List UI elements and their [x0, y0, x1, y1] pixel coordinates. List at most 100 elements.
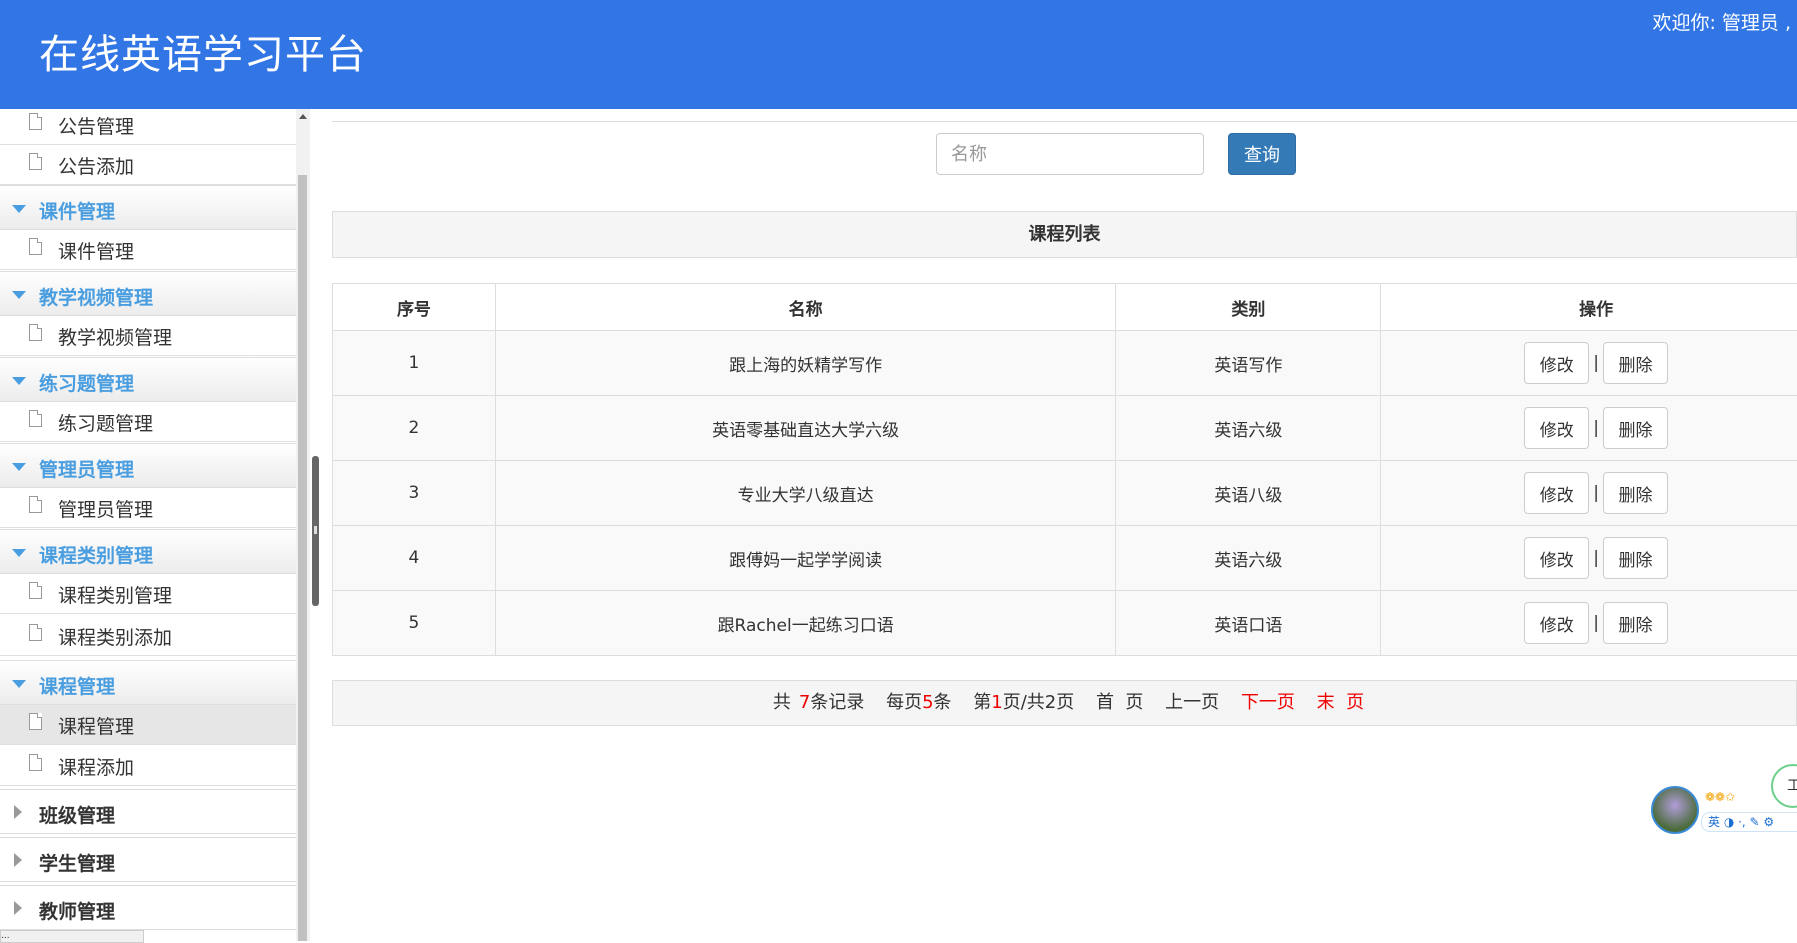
- sidebar-item-course-category-add[interactable]: 课程类别添加: [0, 616, 296, 656]
- page-info: 第1页/共2页: [973, 692, 1074, 713]
- avatar[interactable]: [1651, 786, 1699, 834]
- action-separator: |: [1593, 548, 1599, 568]
- per-page-count: 5: [922, 692, 933, 713]
- caret-right-icon: [14, 805, 22, 819]
- edit-button[interactable]: 修改: [1524, 342, 1589, 384]
- total-records: 共7条记录: [765, 692, 864, 713]
- table-row: 4 跟傅妈一起学学阅读 英语六级 修改|删除: [333, 526, 1797, 591]
- table-row: 1 跟上海的妖精学写作 英语写作 修改|删除: [333, 331, 1797, 396]
- sidebar-group-course-category[interactable]: 课程类别管理: [0, 529, 296, 574]
- sidebar-item-notice-add[interactable]: 公告添加: [0, 145, 296, 185]
- sidebar-group-video[interactable]: 教学视频管理: [0, 271, 296, 316]
- column-header: 类别: [1116, 284, 1381, 331]
- table-row: 2 英语零基础直达大学六级 英语六级 修改|删除: [333, 396, 1797, 461]
- file-icon: [29, 582, 42, 599]
- cell-category: 英语八级: [1116, 461, 1381, 526]
- sidebar-group-student[interactable]: 学生管理: [0, 837, 296, 882]
- ime-widget[interactable]: 工 ❁❁✩ 英 ◑ ·, ✎ ⚙: [1651, 764, 1797, 834]
- ime-toolbar[interactable]: 英 ◑ ·, ✎ ⚙: [1701, 812, 1797, 832]
- pager-text: 条: [934, 692, 952, 713]
- cell-actions: 修改|删除: [1381, 591, 1797, 656]
- sidebar-item-label: 练习题管理: [58, 409, 153, 436]
- ime-bubble[interactable]: 工: [1771, 764, 1797, 808]
- search-button[interactable]: 查询: [1228, 133, 1296, 175]
- drag-handle-icon: [314, 526, 317, 534]
- sidebar-item-label: 课件管理: [58, 237, 134, 264]
- edit-button[interactable]: 修改: [1524, 537, 1589, 579]
- sidebar-group-course[interactable]: 课程管理: [0, 660, 296, 705]
- pager-text: 页/共: [1003, 692, 1045, 713]
- sidebar-group-label: 学生管理: [39, 849, 115, 876]
- sidebar-scrollbar[interactable]: [296, 109, 310, 941]
- status-bar: ...: [0, 930, 144, 943]
- sidebar-item-label: 课程类别添加: [58, 623, 172, 650]
- delete-button[interactable]: 删除: [1603, 342, 1668, 384]
- table-header-row: 序号 名称 类别 操作: [333, 284, 1797, 331]
- last-page-link[interactable]: 末 页: [1317, 692, 1364, 713]
- app-header: 在线英语学习平台 欢迎你: 管理员 ,: [0, 0, 1797, 109]
- sidebar-group-admin[interactable]: 管理员管理: [0, 443, 296, 488]
- total-count: 7: [799, 692, 810, 713]
- table-row: 5 跟Rachel一起练习口语 英语口语 修改|删除: [333, 591, 1797, 656]
- pager-text: 页: [1056, 692, 1074, 713]
- sidebar-item-exercise-manage[interactable]: 练习题管理: [0, 402, 296, 442]
- file-icon: [29, 153, 42, 170]
- sidebar-group-exercise[interactable]: 练习题管理: [0, 357, 296, 402]
- sidebar-group-courseware[interactable]: 课件管理: [0, 185, 296, 230]
- sidebar-group-teacher[interactable]: 教师管理: [0, 885, 296, 930]
- edit-button[interactable]: 修改: [1524, 602, 1589, 644]
- caret-down-icon: [12, 291, 26, 299]
- cell-actions: 修改|删除: [1381, 331, 1797, 396]
- main-content: 查询 课程列表 序号 名称 类别 操作 1 跟上海的妖精学写作 英语写作 修改|…: [332, 109, 1797, 941]
- cell-category: 英语六级: [1116, 526, 1381, 591]
- delete-button[interactable]: 删除: [1603, 537, 1668, 579]
- sidebar-item-course-manage[interactable]: 课程管理: [0, 705, 296, 745]
- scrollbar-thumb[interactable]: [298, 175, 307, 941]
- sidebar-item-admin-manage[interactable]: 管理员管理: [0, 488, 296, 528]
- delete-button[interactable]: 删除: [1603, 602, 1668, 644]
- divider: [332, 121, 1797, 122]
- edit-button[interactable]: 修改: [1524, 472, 1589, 514]
- file-icon: [29, 496, 42, 513]
- search-input[interactable]: [936, 133, 1204, 175]
- delete-button[interactable]: 删除: [1603, 472, 1668, 514]
- cell-name: 专业大学八级直达: [495, 461, 1116, 526]
- cell-name: 跟Rachel一起练习口语: [495, 591, 1116, 656]
- sidebar-splitter[interactable]: [312, 456, 319, 606]
- action-separator: |: [1593, 418, 1599, 438]
- sidebar-item-label: 公告添加: [58, 152, 134, 179]
- sidebar-item-label: 公告管理: [58, 112, 134, 139]
- caret-down-icon: [12, 463, 26, 471]
- pager-text: 共: [773, 692, 791, 713]
- sidebar-item-course-category-manage[interactable]: 课程类别管理: [0, 574, 296, 614]
- file-icon: [29, 754, 42, 771]
- column-header: 名称: [495, 284, 1116, 331]
- action-separator: |: [1593, 353, 1599, 373]
- sidebar-item-courseware-manage[interactable]: 课件管理: [0, 230, 296, 270]
- welcome-text: 欢迎你: 管理员 ,: [1652, 8, 1791, 35]
- cell-index: 1: [333, 331, 496, 396]
- list-title: 课程列表: [332, 211, 1797, 258]
- sidebar-group-label: 教师管理: [39, 897, 115, 924]
- cell-category: 英语口语: [1116, 591, 1381, 656]
- sidebar-item-notice-manage[interactable]: 公告管理: [0, 109, 296, 145]
- sidebar-group-class[interactable]: 班级管理: [0, 789, 296, 834]
- cell-actions: 修改|删除: [1381, 526, 1797, 591]
- cell-name: 跟上海的妖精学写作: [495, 331, 1116, 396]
- delete-button[interactable]: 删除: [1603, 407, 1668, 449]
- cell-name: 英语零基础直达大学六级: [495, 396, 1116, 461]
- sidebar-group-label: 课件管理: [39, 197, 115, 224]
- edit-button[interactable]: 修改: [1524, 407, 1589, 449]
- prev-page-link[interactable]: 上一页: [1165, 692, 1219, 713]
- cell-name: 跟傅妈一起学学阅读: [495, 526, 1116, 591]
- next-page-link[interactable]: 下一页: [1241, 692, 1295, 713]
- pager-text: 第: [973, 692, 991, 713]
- file-icon: [29, 113, 42, 130]
- file-icon: [29, 238, 42, 255]
- scroll-up-icon[interactable]: [299, 114, 307, 119]
- first-page-link[interactable]: 首 页: [1096, 692, 1143, 713]
- sidebar-item-course-add[interactable]: 课程添加: [0, 746, 296, 786]
- sidebar-item-video-manage[interactable]: 教学视频管理: [0, 316, 296, 356]
- pagination: 共7条记录 每页5条 第1页/共2页 首 页 上一页 下一页 末 页: [332, 680, 1797, 726]
- caret-right-icon: [14, 901, 22, 915]
